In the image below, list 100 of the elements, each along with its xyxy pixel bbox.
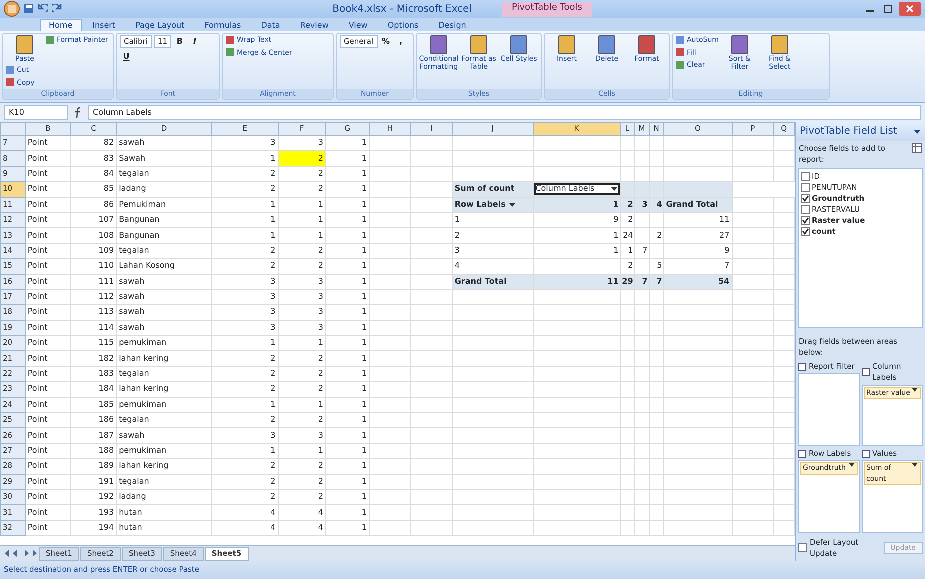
checkbox[interactable] — [801, 226, 810, 236]
checkbox[interactable] — [801, 172, 810, 180]
checkbox[interactable] — [801, 194, 810, 202]
office-button-icon[interactable] — [4, 1, 20, 17]
ribbon-tab[interactable]: Home — [40, 19, 82, 31]
table-cell: Point — [25, 428, 71, 444]
close-icon[interactable] — [899, 2, 921, 16]
ribbon-tab[interactable]: Data — [252, 19, 290, 31]
table-cell: lahan kering — [116, 382, 212, 398]
bold-button[interactable]: B — [173, 35, 186, 48]
dropdown-icon — [912, 388, 918, 392]
table-cell: Point — [25, 382, 71, 398]
checkbox[interactable] — [801, 182, 810, 192]
ribbon-tab[interactable]: Formulas — [196, 19, 250, 31]
maximize-icon[interactable] — [881, 3, 895, 15]
ribbon-tab[interactable]: Page Layout — [126, 19, 194, 31]
table-cell: 2 — [278, 166, 326, 182]
table-cell: 1 — [326, 504, 370, 520]
table-cell: 3 — [278, 274, 326, 290]
ribbon-tab[interactable]: Insert — [84, 19, 125, 31]
pivot-cell: 2 — [620, 212, 635, 228]
table-cell: 113 — [70, 304, 117, 320]
ribbon-tab[interactable]: Review — [291, 19, 338, 31]
name-box[interactable]: K10 — [4, 105, 68, 120]
undo-icon[interactable] — [38, 4, 48, 14]
table-cell: 1 — [326, 197, 370, 212]
column-labels-filter[interactable]: Column Labels — [534, 183, 620, 196]
table-cell: pemukiman — [116, 336, 212, 351]
table-cell: 2 — [212, 489, 278, 505]
table-cell: 3 — [212, 289, 278, 305]
table-cell: 86 — [70, 197, 117, 212]
checkbox[interactable] — [801, 216, 810, 224]
table-cell: 110 — [70, 258, 117, 274]
table-cell: 3 — [212, 428, 278, 444]
table-cell: 1 — [326, 458, 370, 474]
pivot-cell: 7 — [634, 243, 650, 259]
ribbon-tab[interactable]: Options — [378, 19, 428, 31]
table-cell: 3 — [278, 428, 326, 444]
pane-title: PivotTable Field List — [800, 125, 898, 139]
table-cell: 4 — [212, 520, 278, 536]
redo-icon[interactable] — [52, 4, 62, 14]
table-cell: 1 — [326, 228, 370, 244]
italic-button[interactable]: I — [188, 35, 202, 48]
pivot-cell: Grand Total — [452, 274, 534, 290]
checkbox[interactable] — [801, 204, 810, 214]
table-cell: 4 — [278, 504, 326, 520]
ribbon-tab[interactable]: View — [340, 19, 377, 31]
table-cell: Point — [25, 350, 71, 366]
area-icon — [798, 362, 806, 371]
table-cell: pemukiman — [116, 397, 212, 413]
table-cell: 2 — [212, 350, 278, 366]
table-cell: 1 — [212, 228, 278, 244]
table-cell: 1 — [326, 304, 370, 320]
table-cell: 2 — [212, 458, 278, 474]
table-cell: 188 — [70, 443, 117, 459]
table-cell: 1 — [326, 397, 370, 413]
table-cell: 1 — [326, 428, 370, 444]
table-cell: 112 — [70, 289, 117, 305]
table-cell: 1 — [278, 197, 326, 212]
table-cell: 1 — [278, 397, 326, 413]
dropdown-icon[interactable] — [914, 128, 921, 134]
formula-field[interactable]: Column Labels — [88, 105, 921, 120]
table-cell: 1 — [326, 182, 370, 198]
table-cell: tegalan — [116, 366, 212, 382]
table-cell: Point — [25, 182, 71, 198]
table-cell: tegalan — [116, 474, 212, 490]
table-cell: 83 — [70, 150, 117, 166]
toolbar-icon — [46, 36, 55, 45]
table-cell: sawah — [116, 274, 212, 290]
table-cell: 115 — [70, 336, 117, 351]
table-cell: 1 — [326, 150, 370, 166]
table-cell: Point — [25, 212, 71, 228]
layout-icon[interactable] — [912, 143, 922, 153]
table-cell: 185 — [70, 397, 117, 413]
ribbon-tab[interactable]: Design — [430, 19, 476, 31]
table-cell: 1 — [212, 197, 278, 212]
pivot-cell: Grand Total — [664, 197, 732, 212]
table-cell: 1 — [326, 289, 370, 305]
table-cell: 1 — [326, 412, 370, 428]
table-cell: 2 — [212, 412, 278, 428]
table-cell: 3 — [278, 289, 326, 305]
sheet-navigation-icon[interactable] — [4, 549, 38, 558]
toolbar-icon — [16, 35, 34, 55]
percent-button[interactable]: % — [380, 35, 393, 48]
table-cell: 2 — [278, 350, 326, 366]
table-cell: ladang — [116, 182, 212, 198]
table-cell: 2 — [212, 166, 278, 182]
comma-style-button[interactable]: , — [394, 35, 408, 48]
table-cell: hutan — [116, 504, 212, 520]
dropdown-icon[interactable] — [508, 202, 516, 208]
table-cell: Point — [25, 304, 71, 320]
table-cell: Point — [25, 336, 71, 351]
save-icon[interactable] — [24, 4, 34, 14]
table-cell: 1 — [212, 150, 278, 166]
table-cell: sawah — [116, 289, 212, 305]
table-cell: Point — [25, 366, 71, 382]
pivot-cell: 4 — [452, 258, 534, 274]
underline-button[interactable]: U — [120, 50, 133, 63]
checkbox[interactable] — [798, 543, 807, 552]
table-cell: Bangunan — [116, 212, 212, 228]
